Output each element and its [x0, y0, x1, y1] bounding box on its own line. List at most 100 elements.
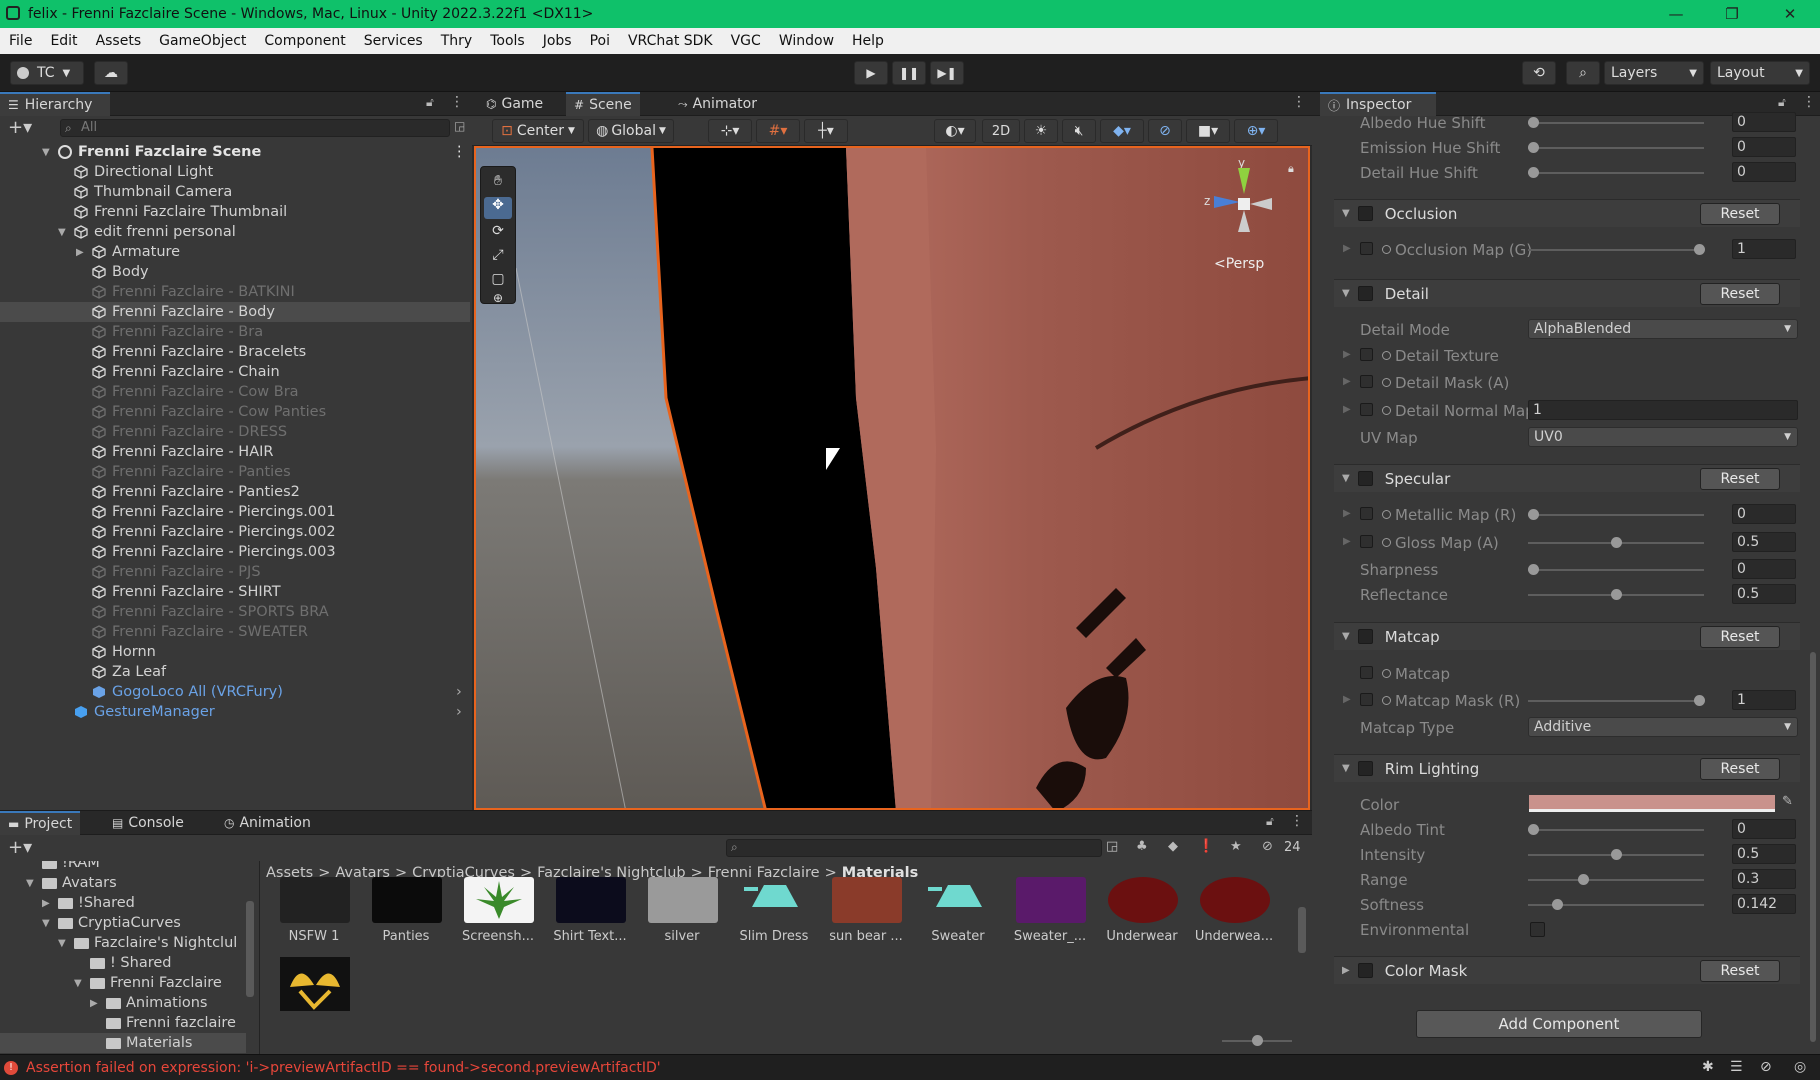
hierarchy-item[interactable]: Frenni Fazclaire - Cow Panties — [0, 402, 470, 422]
layers-stack-icon[interactable]: ☰ — [1730, 1059, 1743, 1075]
occlusion-map-slider[interactable] — [1528, 244, 1705, 255]
expand-arrow-icon[interactable]: ▼ — [58, 227, 70, 238]
specular-section-header[interactable]: ▼ Specular Reset — [1334, 464, 1800, 492]
foldout-arrow-icon[interactable]: ▶ — [1342, 965, 1350, 976]
asset-thumbnail[interactable] — [1016, 877, 1086, 923]
softness-slider[interactable] — [1528, 899, 1704, 910]
folder-tree-item[interactable]: !RAM — [0, 861, 100, 873]
asset-thumbnail[interactable] — [740, 877, 810, 923]
asset-thumbnail[interactable] — [1108, 877, 1178, 923]
environmental-checkbox[interactable] — [1530, 922, 1545, 937]
softness-slider-knob[interactable] — [1552, 899, 1563, 910]
gloss-map-slider[interactable] — [1528, 537, 1704, 548]
hierarchy-item[interactable]: Frenni Fazclaire Thumbnail — [0, 202, 470, 222]
color-mask-section-header[interactable]: ▶ Color Mask Reset — [1334, 956, 1800, 984]
specular-reset-button[interactable]: Reset — [1700, 467, 1780, 490]
thumbnail-size-knob[interactable] — [1252, 1035, 1263, 1046]
scene-visibility-icon[interactable]: ◲ — [454, 119, 465, 133]
menu-edit[interactable]: Edit — [41, 33, 86, 49]
shading-dropdown[interactable]: ◐▾ — [934, 119, 976, 143]
hierarchy-item[interactable]: Frenni Fazclaire - Piercings.003 — [0, 542, 470, 562]
hierarchy-item[interactable]: Frenni Fazclaire - Piercings.001 — [0, 502, 470, 522]
intensity-slider[interactable] — [1528, 849, 1704, 860]
expand-arrow-icon[interactable]: ▼ — [58, 938, 70, 949]
folder-tree-item[interactable]: ▼ Fazclaire's Nightclul — [0, 933, 237, 953]
kebab-menu-icon[interactable]: ⋮ — [1802, 94, 1816, 110]
scene-viewport[interactable]: ✋︎ ✥ ⟳ ⤢ ▢ ⊕ 🔒︎ y z <Persp — [474, 146, 1310, 810]
hierarchy-item[interactable]: Frenni Fazclaire - Cow Bra — [0, 382, 470, 402]
hierarchy-item[interactable]: Frenni Fazclaire - Bracelets — [0, 342, 470, 362]
gizmos-dropdown[interactable]: ⊕▾ — [1234, 119, 1278, 143]
tab-hierarchy[interactable]: ☰ Hierarchy — [0, 92, 110, 116]
pivot-dropdown[interactable]: ⊡ Center ▼ — [492, 119, 584, 143]
gloss-map-value-field[interactable]: 0.5 — [1732, 532, 1796, 552]
camera-dropdown[interactable]: ■▾ — [1186, 119, 1230, 143]
menu-thry[interactable]: Thry — [432, 33, 481, 49]
add-icon[interactable]: +▾ — [8, 117, 32, 138]
occlusion-section-header[interactable]: ▼ Occlusion Reset — [1334, 199, 1800, 227]
snap-toggle[interactable]: ⊹▾ — [708, 119, 752, 143]
hidden-packages-icon[interactable]: ⊘ — [1262, 839, 1273, 854]
asset-label[interactable]: Underwea... — [1192, 929, 1276, 944]
matcap-mask-slider-knob[interactable] — [1694, 695, 1705, 706]
sharpness-slider[interactable] — [1528, 564, 1704, 575]
filter-label-icon[interactable]: ◆ — [1168, 839, 1178, 854]
asset-thumbnail[interactable] — [924, 877, 994, 923]
layout-dropdown[interactable]: Layout ▼ — [1710, 61, 1810, 85]
hue-shift-1-value-field[interactable]: 0 — [1732, 137, 1796, 157]
hierarchy-item[interactable]: Directional Light — [0, 162, 470, 182]
asset-label[interactable]: Slim Dress — [732, 929, 816, 944]
hierarchy-item[interactable]: Frenni Fazclaire - PJS — [0, 562, 470, 582]
foldout-arrow-icon[interactable]: ▶ — [1343, 349, 1351, 360]
matcap-mask-value-field[interactable]: 1 — [1732, 690, 1796, 710]
rect-tool-button[interactable]: ▢ — [484, 271, 512, 293]
hierarchy-item[interactable]: Frenni Fazclaire - BATKINI — [0, 282, 470, 302]
metallic-map-slider[interactable] — [1528, 509, 1704, 520]
asset-label[interactable]: Sweater_... — [1008, 929, 1092, 944]
expand-arrow-icon[interactable]: ▼ — [42, 918, 54, 929]
texture-toggle[interactable] — [1360, 507, 1373, 520]
expand-arrow-icon[interactable]: ▼ — [74, 978, 86, 989]
albedo-tint-value-field[interactable]: 0 — [1732, 819, 1796, 839]
chevron-right-icon[interactable]: › — [456, 684, 462, 700]
kebab-menu-icon[interactable]: ⋮ — [1292, 94, 1306, 110]
move-tool-button[interactable]: ✥ — [484, 197, 512, 219]
detail-reset-button[interactable]: Reset — [1700, 282, 1780, 305]
softness-value-field[interactable]: 0.142 — [1732, 894, 1796, 914]
hierarchy-item[interactable]: Hornn — [0, 642, 470, 662]
texture-slot-icon[interactable] — [1382, 669, 1391, 678]
search-scope-icon[interactable]: ◲ — [1106, 839, 1118, 854]
matcap-type-dropdown[interactable]: Additive ▼ — [1528, 717, 1798, 737]
play-button[interactable]: ▶ — [854, 61, 888, 85]
matcap-texture-toggle[interactable] — [1360, 666, 1373, 679]
texture-slot-icon[interactable] — [1382, 351, 1391, 360]
menu-gameobject[interactable]: GameObject — [150, 33, 255, 49]
hierarchy-item[interactable]: Frenni Fazclaire - Bra — [0, 322, 470, 342]
menu-tools[interactable]: Tools — [481, 33, 534, 49]
folder-tree-item[interactable]: ! Shared — [0, 953, 171, 973]
asset-label[interactable]: sun bear ... — [824, 929, 908, 944]
hue-shift-2-slider-knob[interactable] — [1528, 167, 1539, 178]
foldout-arrow-icon[interactable]: ▼ — [1342, 763, 1350, 774]
asset-label[interactable]: Underwear — [1100, 929, 1184, 944]
texture-toggle[interactable] — [1360, 242, 1373, 255]
hierarchy-item[interactable]: Body — [0, 262, 470, 282]
hue-shift-2-value-field[interactable]: 0 — [1732, 162, 1796, 182]
gloss-map-slider-knob[interactable] — [1611, 537, 1622, 548]
hue-shift-2-slider[interactable] — [1528, 167, 1704, 178]
hierarchy-item[interactable]: Frenni Fazclaire - Panties — [0, 462, 470, 482]
hierarchy-item[interactable]: Za Leaf — [0, 662, 470, 682]
uv-map-dropdown[interactable]: UV0 ▼ — [1528, 427, 1798, 447]
hierarchy-item[interactable]: Frenni Fazclaire - SHIRT — [0, 582, 470, 602]
foldout-arrow-icon[interactable]: ▶ — [1343, 536, 1351, 547]
occlusion-enable-checkbox[interactable] — [1357, 206, 1373, 221]
color-mask-enable-checkbox[interactable] — [1357, 963, 1373, 978]
asset-thumbnail[interactable] — [556, 877, 626, 923]
chevron-right-icon[interactable]: › — [456, 704, 462, 720]
ruler-toggle[interactable]: ┼▾ — [804, 119, 848, 143]
inspector-scrollbar[interactable] — [1810, 652, 1816, 1042]
asset-label[interactable]: Screensh... — [456, 929, 540, 944]
orientation-gizmo[interactable]: 🔒︎ y z <Persp — [1196, 156, 1306, 272]
hand-tool-button[interactable]: ✋︎ — [484, 173, 512, 195]
collapse-arrow-icon[interactable]: ▶ — [42, 898, 54, 909]
